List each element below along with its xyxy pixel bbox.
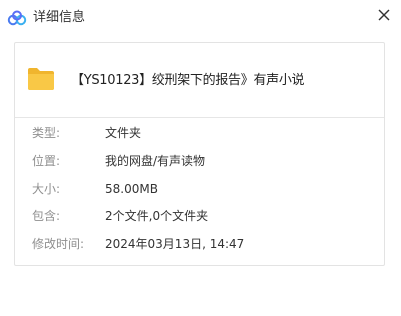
detail-row-type: 类型: 文件夹: [15, 117, 384, 145]
location-label: 位置:: [32, 153, 61, 168]
detail-row-location: 位置: 我的网盘/有声读物: [15, 145, 384, 173]
detail-row-size: 大小: 58.00MB: [15, 173, 384, 201]
type-value: 文件夹: [105, 126, 142, 140]
window-title: 详细信息: [33, 10, 86, 25]
close-icon: [378, 9, 390, 21]
location-value: 我的网盘/有声读物: [105, 153, 206, 168]
details-card: 【YS10123】绞刑架下的报告》有声小说 类型: 文件夹 位置: 我的网盘/有…: [14, 42, 385, 266]
file-header: 【YS10123】绞刑架下的报告》有声小说: [15, 43, 384, 118]
title-bar: 详细信息: [0, 0, 401, 38]
cloud-icon: [7, 9, 27, 27]
size-label: 大小:: [32, 181, 61, 196]
close-button[interactable]: [373, 4, 395, 26]
size-value: 58.00MB: [105, 181, 158, 196]
contains-label: 包含:: [32, 209, 61, 224]
folder-icon: [27, 67, 55, 91]
modified-label: 修改时间:: [32, 237, 85, 252]
file-name: 【YS10123】绞刑架下的报告》有声小说: [71, 73, 305, 88]
type-label: 类型:: [32, 126, 61, 140]
detail-row-modified: 修改时间: 2024年03月13日, 14:47: [15, 228, 384, 256]
contains-value: 2个文件,0个文件夹: [105, 209, 209, 224]
detail-rows: 类型: 文件夹 位置: 我的网盘/有声读物 大小: 58.00MB 包含: 2个…: [15, 117, 384, 256]
detail-row-contains: 包含: 2个文件,0个文件夹: [15, 200, 384, 228]
details-window: 详细信息 【YS10123】绞刑架下的报告》有声小说 类型: 文件夹 位置: 我…: [0, 0, 401, 316]
modified-value: 2024年03月13日, 14:47: [105, 237, 245, 252]
